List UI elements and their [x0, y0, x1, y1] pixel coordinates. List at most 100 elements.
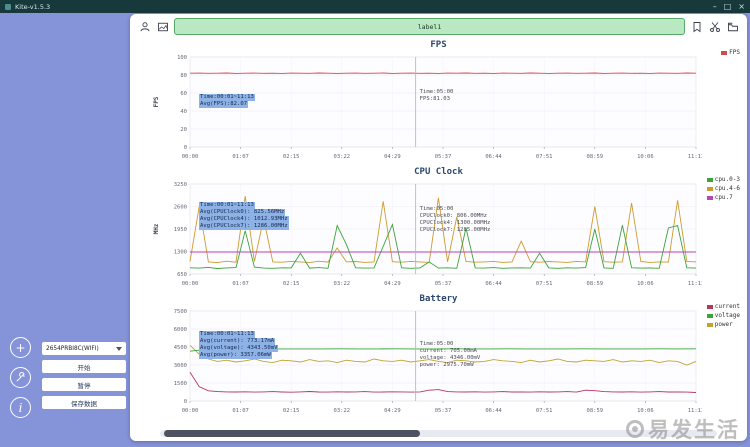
svg-text:0: 0 [184, 399, 187, 405]
svg-text:1950: 1950 [174, 227, 187, 233]
avg-tooltip: Time:00:01~11:13Avg(FPS):82.07 [199, 94, 255, 108]
legend-item-cpu.4-6[interactable]: cpu.4-6 [707, 185, 740, 192]
svg-text:04:29: 04:29 [384, 408, 401, 414]
svg-text:6000: 6000 [174, 327, 187, 333]
plus-icon: + [15, 341, 25, 355]
svg-text:2600: 2600 [174, 205, 187, 211]
svg-text:06:44: 06:44 [485, 408, 502, 414]
legend-swatch-icon [707, 305, 713, 309]
tools-button[interactable] [10, 367, 31, 388]
svg-text:08:59: 08:59 [587, 154, 604, 160]
main-card: FPS 02040608010000:0001:0702:1503:2204:2… [130, 14, 747, 441]
legend-item-cpu.0-3[interactable]: cpu.0-3 [707, 176, 740, 183]
legend-item-power[interactable]: power [707, 321, 740, 328]
legend-item-FPS[interactable]: FPS [721, 49, 740, 56]
maximize-button[interactable]: □ [724, 0, 732, 13]
svg-text:05:37: 05:37 [435, 281, 452, 287]
add-button[interactable]: + [10, 337, 31, 358]
legend-label: FPS [729, 49, 740, 56]
svg-text:11:13: 11:13 [688, 408, 702, 414]
svg-text:03:22: 03:22 [334, 154, 351, 160]
label-input[interactable] [174, 18, 685, 35]
svg-text:01:07: 01:07 [232, 281, 249, 287]
svg-text:07:51: 07:51 [536, 281, 553, 287]
bookmark-icon[interactable] [690, 20, 703, 33]
svg-text:3250: 3250 [174, 182, 187, 188]
svg-text:60: 60 [180, 91, 187, 97]
svg-text:11:13: 11:13 [688, 281, 702, 287]
svg-text:10:06: 10:06 [637, 408, 654, 414]
pause-button[interactable]: 暂停 [42, 378, 126, 391]
chart-title-fps: FPS [134, 39, 743, 52]
cursor-tooltip: Time:05:00FPS:81.03 [420, 89, 454, 103]
svg-text:01:07: 01:07 [232, 408, 249, 414]
legend-item-cpu.7[interactable]: cpu.7 [707, 194, 740, 201]
svg-text:01:07: 01:07 [232, 154, 249, 160]
close-button[interactable]: × [738, 0, 745, 13]
legend-swatch-icon [707, 323, 713, 327]
svg-text:FPS: FPS [153, 96, 160, 107]
svg-text:10:06: 10:06 [637, 154, 654, 160]
save-data-button[interactable]: 保存数据 [42, 396, 126, 409]
svg-text:04:29: 04:29 [384, 154, 401, 160]
svg-text:02:15: 02:15 [283, 154, 300, 160]
svg-text:650: 650 [177, 272, 187, 278]
legend-swatch-icon [721, 51, 727, 55]
chart-title-battery: Battery [134, 293, 743, 306]
titlebar: Kite-v1.5.3 – □ × [0, 0, 750, 13]
scrollbar-thumb[interactable] [164, 430, 420, 437]
legend-label: voltage [715, 312, 740, 319]
svg-text:11:13: 11:13 [688, 154, 702, 160]
svg-text:100: 100 [177, 55, 187, 61]
svg-text:40: 40 [180, 109, 187, 115]
legend-label: cpu.0-3 [715, 176, 740, 183]
svg-text:06:44: 06:44 [485, 154, 502, 160]
svg-text:08:59: 08:59 [587, 281, 604, 287]
svg-text:05:37: 05:37 [435, 408, 452, 414]
save-data-button-label: 保存数据 [71, 398, 97, 408]
legend-swatch-icon [707, 178, 713, 182]
cursor-tooltip: Time:05:00CPUClock0: 806.00MHzCPUClock4:… [420, 206, 491, 234]
side-fab-column: + i [10, 337, 31, 418]
info-button[interactable]: i [10, 397, 31, 418]
chart-battery: Battery 01500300045006000750000:0001:070… [134, 293, 743, 420]
svg-text:07:51: 07:51 [536, 154, 553, 160]
card-toolbar [130, 14, 747, 39]
legend-swatch-icon [707, 196, 713, 200]
scissors-icon[interactable] [708, 20, 721, 33]
svg-text:07:51: 07:51 [536, 408, 553, 414]
svg-text:00:00: 00:00 [182, 154, 199, 160]
legend-swatch-icon [707, 314, 713, 318]
info-icon: i [19, 401, 23, 415]
legend-label: power [715, 321, 733, 328]
user-icon[interactable] [138, 20, 151, 33]
start-button[interactable]: 开始 [42, 360, 126, 373]
svg-text:MHz: MHz [153, 223, 160, 234]
svg-text:0: 0 [184, 145, 187, 151]
svg-text:04:29: 04:29 [384, 281, 401, 287]
wrench-icon [15, 372, 26, 383]
svg-text:7500: 7500 [174, 309, 187, 315]
chart-body-fps: 02040608010000:0001:0702:1503:2204:2905:… [134, 52, 743, 164]
control-panel: 2654PRBI8C(WIFI) 开始 暂停 保存数据 [42, 342, 126, 414]
image-icon[interactable] [156, 20, 169, 33]
export-icon[interactable] [726, 20, 739, 33]
chart-body-cpu-clock: 650130019502600325000:0001:0702:1503:220… [134, 179, 743, 291]
app-icon [5, 4, 11, 10]
svg-text:80: 80 [180, 73, 187, 79]
device-select[interactable]: 2654PRBI8C(WIFI) [42, 342, 126, 355]
minimize-button[interactable]: – [713, 0, 717, 13]
window-title: Kite-v1.5.3 [15, 3, 706, 11]
chart-body-battery: 01500300045006000750000:0001:0702:1503:2… [134, 306, 743, 418]
svg-text:02:15: 02:15 [283, 408, 300, 414]
svg-text:1300: 1300 [174, 250, 187, 256]
svg-text:10:06: 10:06 [637, 281, 654, 287]
start-button-label: 开始 [78, 362, 91, 372]
svg-text:08:59: 08:59 [587, 408, 604, 414]
legend-item-voltage[interactable]: voltage [707, 312, 740, 319]
chart-cpu-clock: CPU Clock 650130019502600325000:0001:070… [134, 166, 743, 293]
legend-item-current[interactable]: current [707, 303, 740, 310]
legend-cpu-clock: cpu.0-3 cpu.4-6 cpu.7 [707, 176, 740, 201]
legend-label: cpu.7 [715, 194, 733, 201]
horizontal-scrollbar[interactable] [160, 430, 717, 437]
